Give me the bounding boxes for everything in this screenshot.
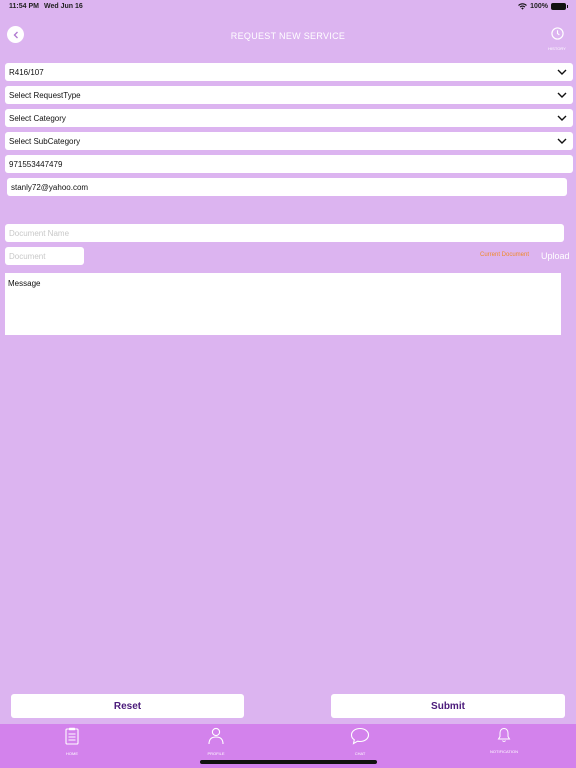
- chevron-down-icon: [557, 115, 567, 121]
- status-indicators: 100%: [518, 3, 568, 10]
- subcategory-select-value: Select SubCategory: [9, 136, 81, 146]
- home-indicator: [200, 760, 377, 764]
- chevron-down-icon: [557, 92, 567, 98]
- tab-notification[interactable]: NOTIFICATION: [474, 727, 534, 754]
- message-textarea[interactable]: Message: [5, 273, 561, 335]
- status-bar: 11:54 PM Wed Jun 16 100%: [0, 0, 576, 14]
- phone-value: 971553447479: [9, 159, 63, 169]
- property-select-value: R416/107: [9, 67, 44, 77]
- document-name-input[interactable]: Document Name: [5, 224, 564, 242]
- upload-button[interactable]: Upload: [541, 251, 570, 261]
- history-label: HISTORY: [548, 46, 566, 51]
- chevron-down-icon: [557, 138, 567, 144]
- reset-button[interactable]: Reset: [11, 694, 244, 718]
- category-select-value: Select Category: [9, 113, 66, 123]
- wifi-icon: [518, 3, 527, 10]
- submit-button[interactable]: Submit: [331, 694, 565, 718]
- status-time: 11:54 PM: [9, 3, 39, 10]
- document-name-placeholder: Document Name: [9, 228, 70, 238]
- battery-percent: 100%: [530, 3, 548, 10]
- property-select[interactable]: R416/107: [5, 63, 573, 81]
- tab-profile[interactable]: PROFILE: [186, 727, 246, 756]
- tab-chat-label: CHAT: [354, 751, 366, 756]
- history-button[interactable]: HISTORY: [546, 27, 568, 51]
- request-type-select[interactable]: Select RequestType: [5, 86, 573, 104]
- clock-icon: [550, 27, 564, 40]
- tab-profile-label: PROFILE: [207, 751, 225, 756]
- clipboard-icon: [65, 727, 79, 745]
- request-type-select-value: Select RequestType: [9, 90, 81, 100]
- tab-home[interactable]: HOME: [42, 727, 102, 756]
- email-input[interactable]: stanly72@yahoo.com: [7, 178, 567, 196]
- tab-notification-label: NOTIFICATION: [490, 749, 518, 754]
- chat-bubble-icon: [350, 727, 370, 745]
- bell-icon: [497, 727, 511, 743]
- tab-chat[interactable]: CHAT: [330, 727, 390, 756]
- tab-home-label: HOME: [66, 751, 78, 756]
- person-icon: [208, 727, 224, 745]
- page-title: REQUEST NEW SERVICE: [230, 31, 346, 41]
- document-input[interactable]: Document: [5, 247, 84, 265]
- subcategory-select[interactable]: Select SubCategory: [5, 132, 573, 150]
- document-placeholder: Document: [9, 251, 46, 261]
- status-date: Wed Jun 16: [44, 3, 83, 10]
- current-document-link[interactable]: Current Document: [480, 252, 529, 258]
- phone-input[interactable]: 971553447479: [5, 155, 573, 173]
- message-placeholder: Message: [8, 279, 41, 288]
- email-value: stanly72@yahoo.com: [11, 182, 89, 192]
- battery-icon: [551, 3, 568, 10]
- category-select[interactable]: Select Category: [5, 109, 573, 127]
- chevron-down-icon: [557, 69, 567, 75]
